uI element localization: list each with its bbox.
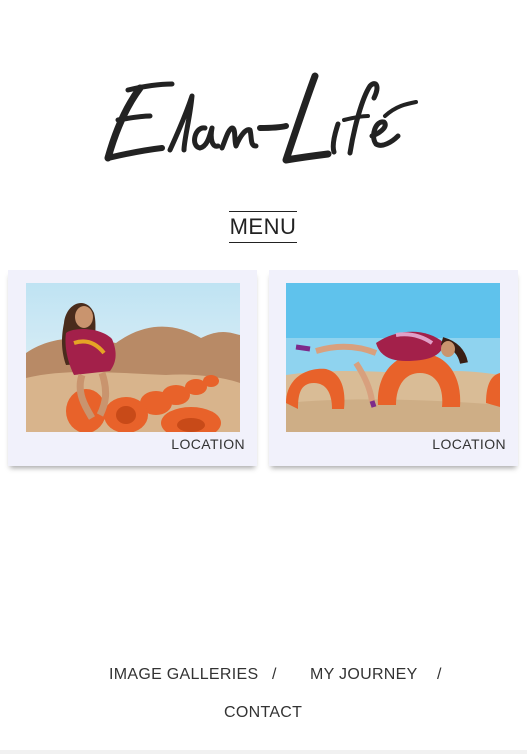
photo-image	[286, 283, 500, 432]
page-bottom-divider	[0, 750, 527, 754]
gallery-caption[interactable]: LOCATION	[432, 436, 506, 452]
gallery-card-1[interactable]: LOCATION	[8, 270, 257, 466]
footer-link-contact[interactable]: CONTACT	[224, 704, 302, 722]
footer-link-image-galleries[interactable]: IMAGE GALLERIES	[109, 666, 258, 684]
gallery-photo-model-reclining-tire[interactable]	[286, 283, 500, 432]
gallery-photo-desert-model-tires[interactable]	[26, 283, 240, 432]
photo-image	[26, 283, 240, 432]
site-logo[interactable]	[100, 58, 420, 173]
footer-separator: /	[437, 666, 442, 683]
gallery-caption[interactable]: LOCATION	[171, 436, 245, 452]
gallery-card-2[interactable]: LOCATION	[269, 270, 518, 466]
menu-button[interactable]: MENU	[229, 211, 297, 243]
footer-separator: /	[272, 666, 277, 683]
footer-link-my-journey[interactable]: MY JOURNEY	[310, 666, 418, 684]
elan-life-logo	[104, 72, 418, 164]
